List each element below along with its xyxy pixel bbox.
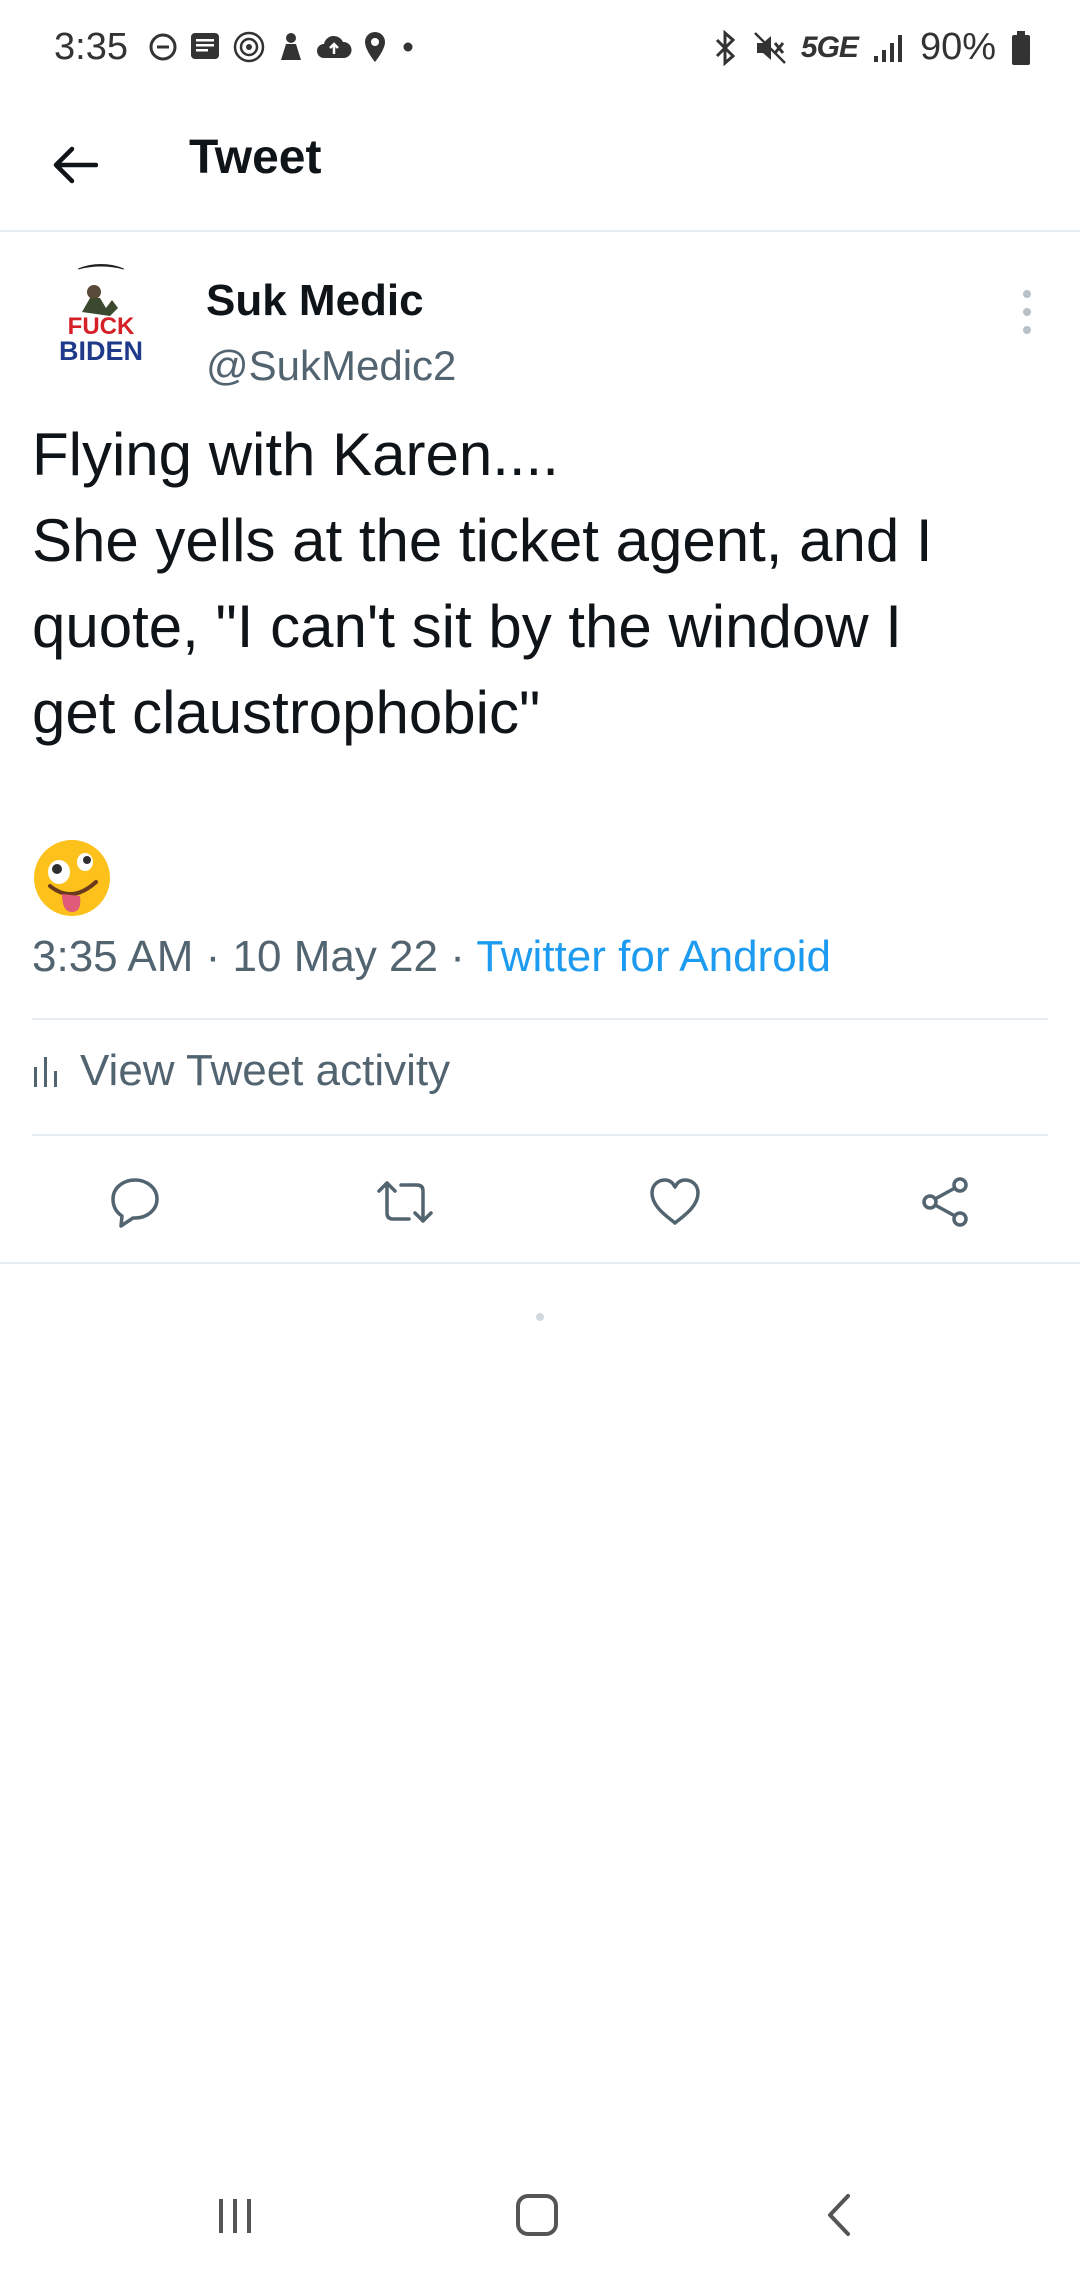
chevron-left-icon <box>828 2194 850 2236</box>
home-icon <box>516 2194 558 2236</box>
battery-icon <box>1012 30 1030 65</box>
author-name[interactable]: Suk Medic <box>206 276 424 326</box>
more-dot <box>1023 290 1031 298</box>
back-arrow-icon <box>53 146 98 184</box>
app-notification-icon <box>281 33 301 60</box>
message-icon <box>191 33 219 59</box>
tweet-date: 10 May 22 <box>232 932 439 981</box>
section-divider <box>0 1262 1080 1264</box>
more-dot <box>1023 326 1031 334</box>
system-navigation-bar <box>0 2150 1080 2280</box>
avatar[interactable]: FUCK BIDEN <box>40 264 162 386</box>
more-notifications-dot-icon <box>403 42 413 52</box>
svg-text:BIDEN: BIDEN <box>59 336 143 366</box>
avatar-image: FUCK BIDEN <box>40 264 162 386</box>
recent-apps-icon <box>219 2199 251 2233</box>
heart-icon <box>650 1178 700 1225</box>
author-handle[interactable]: @SukMedic2 <box>206 342 456 390</box>
status-right: 5GE 90% <box>711 26 1032 69</box>
tweet-meta: 3:35 AM · 10 May 22 · Twitter for Androi… <box>32 932 831 982</box>
reply-button[interactable] <box>95 1162 175 1242</box>
network-type: 5GE <box>800 30 859 64</box>
more-options-button[interactable] <box>1012 282 1042 342</box>
more-dot <box>1023 308 1031 316</box>
loading-indicator <box>536 1313 544 1321</box>
page-title: Tweet <box>189 131 322 184</box>
share-icon <box>922 1177 968 1227</box>
tweet-source-link[interactable]: Twitter for Android <box>476 932 831 981</box>
meta-separator: · <box>193 932 233 981</box>
notification-icons <box>148 30 418 64</box>
bluetooth-icon <box>715 29 736 66</box>
analytics-icon <box>34 1057 57 1087</box>
tweet-actions <box>0 1142 1080 1272</box>
mute-icon <box>754 31 786 64</box>
divider <box>32 1018 1048 1020</box>
activity-label: View Tweet activity <box>80 1046 451 1095</box>
recent-apps-button[interactable] <box>190 2170 280 2260</box>
home-button[interactable] <box>492 2170 582 2260</box>
dnd-icon <box>149 33 177 61</box>
signal-icon <box>873 34 902 62</box>
location-icon <box>365 32 385 62</box>
tweet-text-line: Flying with Karen.... <box>32 421 559 488</box>
share-button[interactable] <box>905 1162 985 1242</box>
system-back-button[interactable] <box>794 2170 884 2260</box>
tweet-text-line: get claustrophobic" <box>32 679 541 746</box>
cloud-sync-icon <box>317 35 352 58</box>
divider <box>32 1134 1048 1136</box>
tweet-time: 3:35 AM <box>32 932 194 981</box>
zany-face-emoji <box>34 840 110 916</box>
status-time: 3:35 <box>54 26 128 68</box>
like-button[interactable] <box>635 1162 715 1242</box>
retweet-icon <box>377 1181 433 1223</box>
reply-icon <box>111 1178 159 1228</box>
back-button[interactable] <box>40 130 110 200</box>
podcast-icon <box>233 31 265 63</box>
view-tweet-activity-button[interactable]: View Tweet activity <box>32 1046 450 1096</box>
tweet-text: Flying with Karen.... She yells at the t… <box>32 412 1062 756</box>
retweet-button[interactable] <box>365 1162 445 1242</box>
battery-percent: 90% <box>919 26 996 68</box>
meta-separator: · <box>438 932 477 981</box>
tweet-text-line: She yells at the ticket agent, and I <box>32 507 933 574</box>
tweet-text-line: quote, "I can't sit by the window I <box>32 593 902 660</box>
status-bar: 3:35 5GE 90% <box>0 0 1080 100</box>
app-header: Tweet <box>0 100 1080 232</box>
